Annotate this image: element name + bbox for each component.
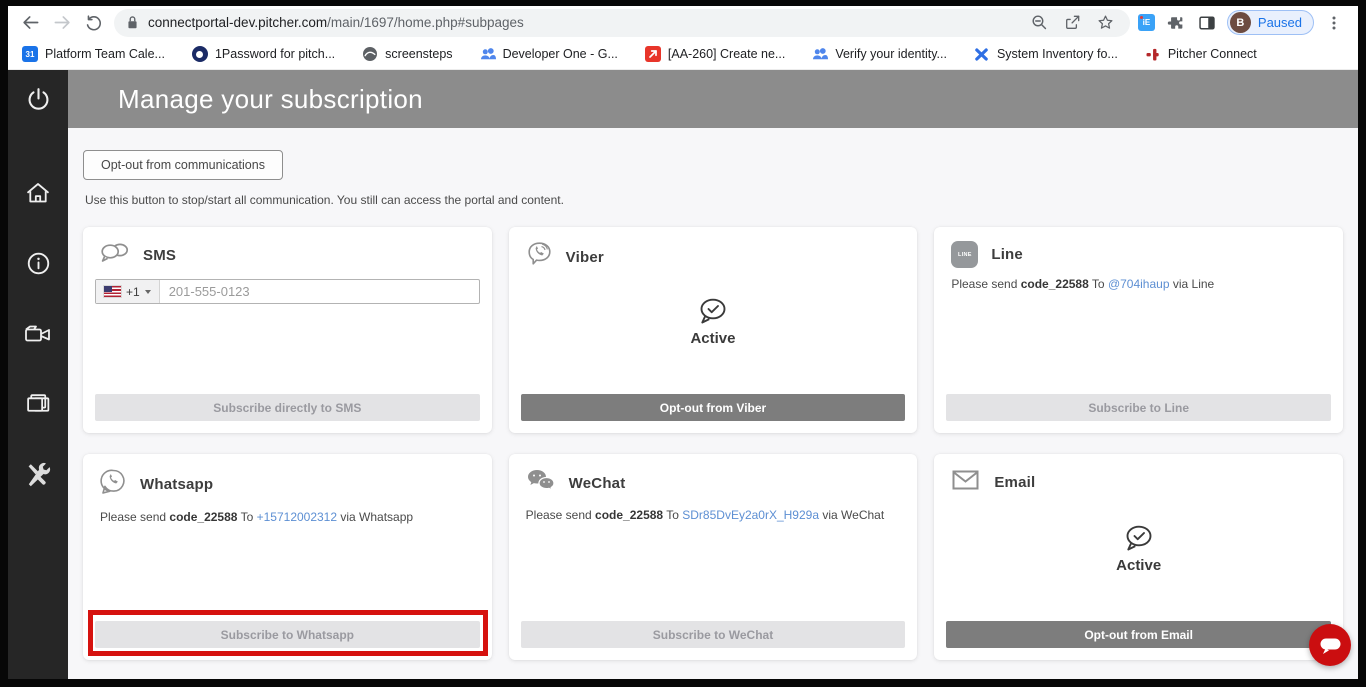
- subscription-code: code_22588: [595, 508, 664, 522]
- page-body: Manage your subscription Opt-out from co…: [8, 70, 1358, 679]
- page-content: Manage your subscription Opt-out from co…: [68, 70, 1358, 679]
- url-bar[interactable]: connectportal-dev.pitcher.com/main/1697/…: [114, 8, 1130, 37]
- sms-bubbles-icon: [100, 241, 130, 270]
- whatsapp-number-link[interactable]: +15712002312: [257, 510, 337, 524]
- 1password-icon: [191, 46, 208, 62]
- optout-communications-button[interactable]: Opt-out from communications: [83, 150, 283, 180]
- side-panel-icon[interactable]: [1195, 11, 1219, 35]
- bookmark-item[interactable]: System Inventory fo...: [974, 46, 1118, 62]
- viber-icon: [526, 241, 553, 274]
- video-camera-icon[interactable]: [23, 321, 53, 346]
- menu-dots-icon[interactable]: [1322, 11, 1346, 35]
- refresh-icon[interactable]: [82, 11, 106, 35]
- channel-title: Whatsapp: [140, 476, 214, 493]
- screenshot-frame: connectportal-dev.pitcher.com/main/1697/…: [0, 0, 1366, 687]
- globe-icon: [362, 46, 378, 62]
- power-icon[interactable]: [25, 70, 52, 128]
- calendar-icon: 31: [22, 46, 38, 62]
- forward-icon[interactable]: [50, 11, 74, 35]
- pitcher-plus-icon: [1145, 46, 1161, 62]
- share-icon[interactable]: [1061, 11, 1085, 35]
- subscription-instructions: Please send code_22588 To @704ihaup via …: [951, 277, 1215, 291]
- active-bubble-check-icon: [700, 298, 726, 324]
- bookmark-item[interactable]: 31 Platform Team Cale...: [22, 46, 165, 62]
- profile-chip[interactable]: B Paused: [1226, 10, 1314, 35]
- subscription-code: code_22588: [169, 510, 238, 524]
- card-sms: SMS +1 Subscribe directly to SMS: [83, 227, 492, 433]
- page-header: Manage your subscription: [68, 70, 1358, 128]
- zoom-out-icon[interactable]: [1028, 11, 1052, 35]
- line-handle-link[interactable]: @704ihaup: [1108, 277, 1170, 291]
- url-text: connectportal-dev.pitcher.com/main/1697/…: [148, 15, 524, 30]
- channel-title: Line: [991, 246, 1023, 263]
- people-icon: [480, 46, 496, 62]
- channel-title: WeChat: [568, 475, 626, 492]
- info-icon[interactable]: [25, 250, 52, 277]
- chevron-down-icon: [144, 289, 151, 294]
- subscribe-sms-button[interactable]: Subscribe directly to SMS: [95, 394, 480, 421]
- bookmarks-bar: 31 Platform Team Cale... 1Password for p…: [8, 39, 1358, 70]
- card-viber: Viber Active Opt-out from Viber: [508, 227, 918, 433]
- card-email: Email Active Opt-out from Email: [934, 454, 1343, 660]
- line-icon: LINE: [951, 241, 979, 268]
- tools-icon[interactable]: [24, 461, 52, 489]
- card-wechat: WeChat Please send code_22588 To SDr85Dv…: [508, 454, 918, 660]
- extensions-puzzle-icon[interactable]: [1163, 11, 1187, 35]
- bookmark-item[interactable]: Verify your identity...: [812, 46, 947, 62]
- app-sidebar: [8, 70, 68, 679]
- avatar: B: [1229, 12, 1251, 33]
- lock-icon: [128, 16, 137, 29]
- extension-icon[interactable]: iE: [1137, 14, 1155, 31]
- people-icon: [812, 46, 829, 62]
- subscription-instructions: Please send code_22588 To +15712002312 v…: [100, 510, 414, 524]
- home-icon[interactable]: [24, 180, 52, 206]
- bookmark-star-icon[interactable]: [1094, 11, 1118, 35]
- channel-title: Viber: [565, 249, 604, 266]
- bookmark-item[interactable]: Developer One - G...: [480, 46, 618, 62]
- channel-title: Email: [994, 474, 1036, 491]
- phone-input-group: +1: [95, 279, 480, 304]
- active-status: Active: [934, 524, 1343, 574]
- chat-bubble-icon: [1320, 638, 1340, 654]
- bookmark-item[interactable]: Pitcher Connect: [1145, 46, 1257, 62]
- channel-title: SMS: [143, 247, 177, 264]
- subscription-code: code_22588: [1020, 277, 1089, 291]
- subscribe-wechat-button[interactable]: Subscribe to WeChat: [520, 621, 906, 648]
- optout-viber-button[interactable]: Opt-out from Viber: [520, 394, 906, 421]
- bookmark-item[interactable]: screensteps: [362, 46, 453, 62]
- back-icon[interactable]: [18, 11, 42, 35]
- subscription-content: Opt-out from communications Use this but…: [68, 128, 1358, 660]
- dial-code: +1: [126, 284, 140, 299]
- subscription-instructions: Please send code_22588 To SDr85DvEy2a0rX…: [525, 508, 885, 522]
- channel-grid: SMS +1 Subscribe directly to SMS: [83, 227, 1343, 660]
- bookmark-item[interactable]: [AA-260] Create ne...: [644, 46, 785, 62]
- browser-window: connectportal-dev.pitcher.com/main/1697/…: [8, 6, 1358, 679]
- layers-icon[interactable]: [25, 390, 52, 417]
- wechat-id-link[interactable]: SDr85DvEy2a0rX_H929a: [682, 508, 819, 522]
- whatsapp-icon: [100, 468, 127, 501]
- x-icon: [974, 46, 990, 62]
- email-icon: [951, 468, 981, 497]
- subscribe-whatsapp-button[interactable]: Subscribe to Whatsapp: [95, 621, 480, 648]
- jira-arrow-icon: [644, 46, 661, 62]
- country-code-selector[interactable]: +1: [96, 280, 160, 303]
- subscribe-line-button[interactable]: Subscribe to Line: [946, 394, 1331, 421]
- phone-number-input[interactable]: [159, 280, 479, 303]
- active-status: Active: [509, 297, 918, 347]
- browser-toolbar: connectportal-dev.pitcher.com/main/1697/…: [8, 6, 1358, 39]
- wechat-icon: [526, 468, 556, 499]
- bookmark-item[interactable]: 1Password for pitch...: [191, 46, 335, 62]
- chat-widget-button[interactable]: [1309, 624, 1351, 666]
- sync-status: Paused: [1257, 15, 1302, 30]
- optout-description: Use this button to stop/start all commun…: [85, 193, 564, 207]
- us-flag-icon: [103, 285, 122, 298]
- page-title: Manage your subscription: [118, 83, 423, 114]
- active-bubble-check-icon: [1126, 525, 1152, 551]
- optout-email-button[interactable]: Opt-out from Email: [946, 621, 1331, 648]
- card-whatsapp: Whatsapp Please send code_22588 To +1571…: [83, 454, 492, 660]
- card-line: LINE Line Please send code_22588 To @704…: [934, 227, 1343, 433]
